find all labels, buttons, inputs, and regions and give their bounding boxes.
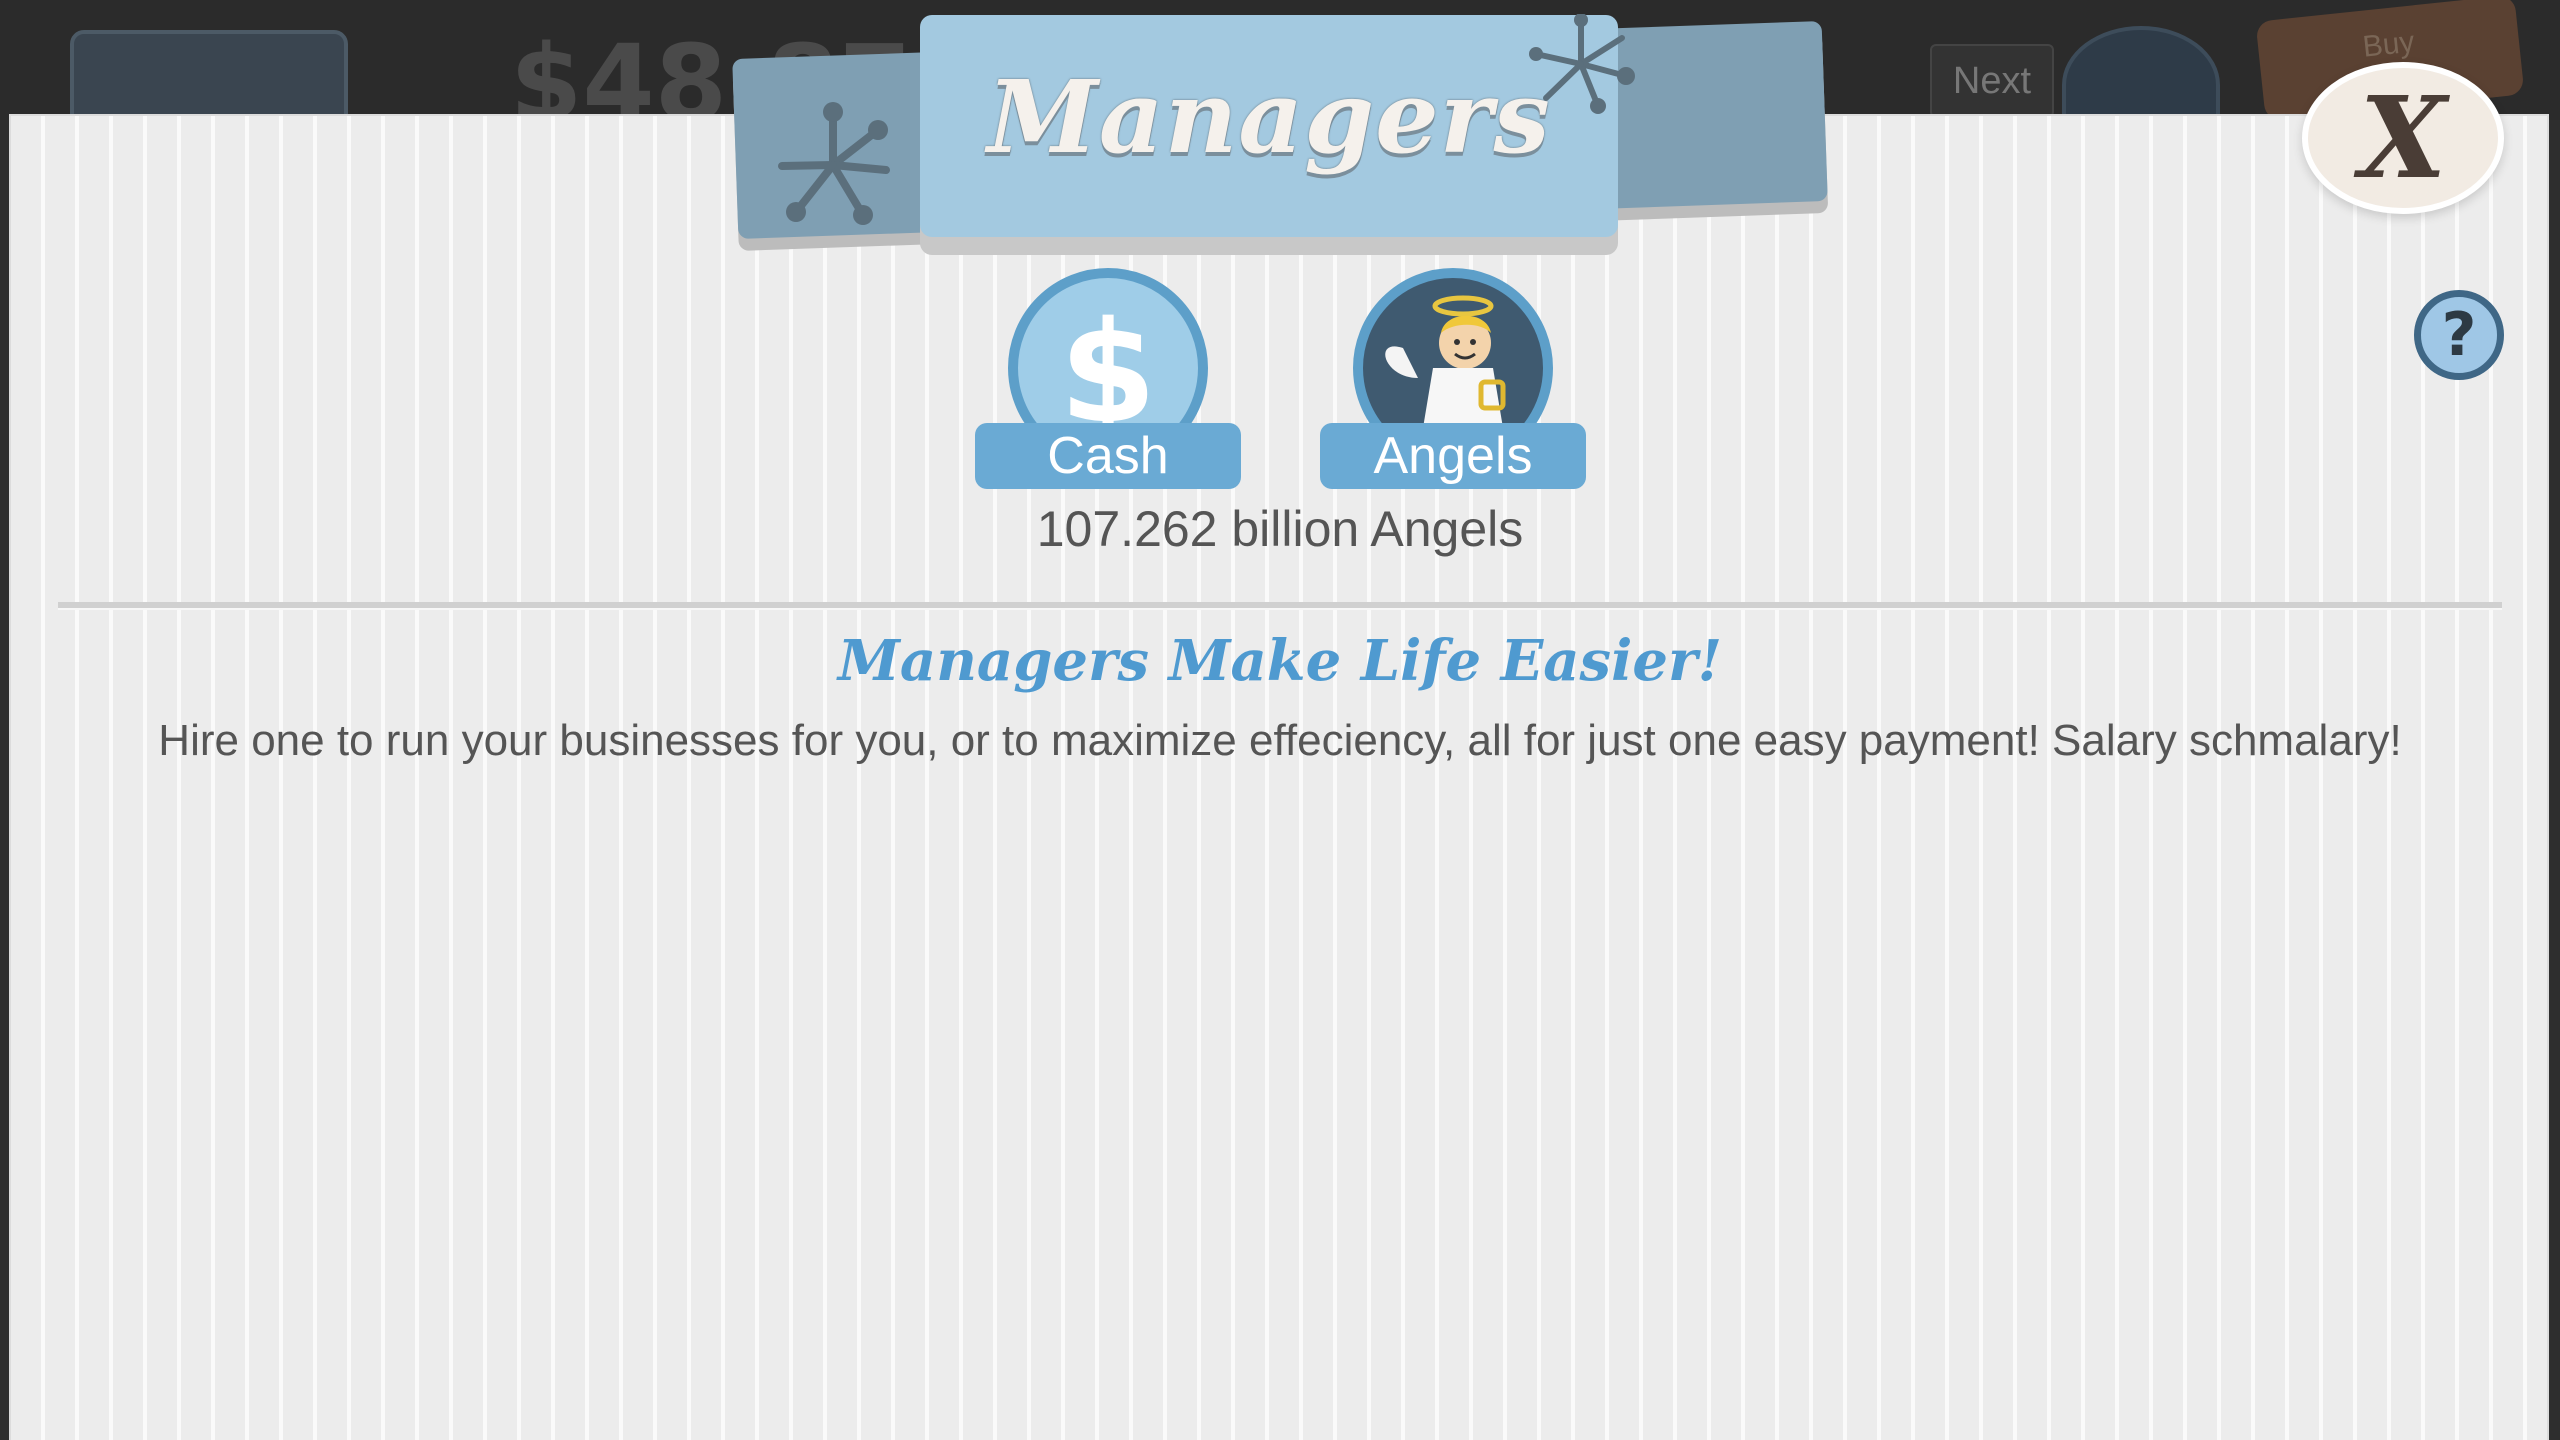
divider [58,602,2502,610]
tab-angels-label: Angels [1320,423,1586,489]
info-body: Hire one to run your businesses for you,… [158,716,2402,765]
info-headline: Managers Make Life Easier! [837,628,1723,694]
close-button[interactable]: X [2302,62,2504,214]
angel-count: 107.262 billion Angels [1036,501,1524,557]
help-button[interactable]: ? [2414,290,2504,380]
sparkle-icon [1529,14,1635,114]
tab-cash[interactable]: $ Cash [975,268,1241,490]
sparkle-icon [778,102,890,225]
tab-cash-label: Cash [975,423,1241,489]
window-title: Managers [987,58,1551,176]
background-next-button: Next [1930,44,2054,118]
tab-angels[interactable]: Angels [1320,268,1586,490]
managers-panel [11,116,2547,1440]
background-avatar [70,30,348,128]
